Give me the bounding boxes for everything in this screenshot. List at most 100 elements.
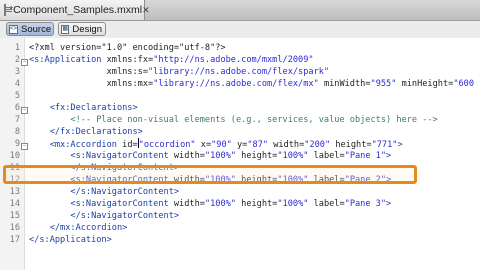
file-tab[interactable]: *Component_Samples.mxml ✕ [0, 0, 150, 20]
code-token: <s:NavigatorContent [29, 199, 174, 209]
source-mode-label: Source [21, 23, 52, 35]
code-token: <!-- Place non-visual elements (e.g., se… [29, 115, 438, 125]
code-line[interactable]: 3 xmlns:s="library://ns.adobe.com/flex/s… [0, 66, 480, 78]
line-number: 2 [14, 55, 20, 65]
code-line[interactable]: 10 <s:NavigatorContent width="100%" heig… [0, 150, 480, 162]
code-token: > [386, 151, 392, 161]
line-number: 6 [14, 103, 20, 113]
line-number: 8 [14, 127, 20, 137]
code-text: xmlns:s="library://ns.adobe.com/flex/spa… [29, 66, 330, 78]
code-text: <?xml version="1.0" encoding="utf-8"?> [29, 42, 226, 54]
line-number: 4 [14, 79, 20, 89]
line-number: 1 [14, 43, 20, 53]
code-text: <fx:Declarations> [29, 102, 138, 114]
design-icon: ▦ [61, 24, 70, 34]
design-mode-button[interactable]: ▦ Design [58, 22, 106, 36]
code-token: </s:NavigatorContent> [29, 187, 180, 197]
editor-mode-toolbar: <> Source ▦ Design [0, 21, 480, 39]
code-token: width= [268, 140, 305, 150]
code-token: label= [308, 199, 345, 209]
code-line[interactable]: 7 <!-- Place non-visual elements (e.g., … [0, 114, 480, 126]
code-text: xmlns:mx="library://ns.adobe.com/flex/mx… [29, 78, 474, 90]
line-number: 16 [9, 223, 20, 233]
code-token: height= [235, 151, 278, 161]
code-token: "100%" [204, 151, 236, 161]
code-token: height= [330, 140, 372, 150]
source-mode-button[interactable]: <> Source [6, 22, 54, 36]
code-token: width= [173, 151, 205, 161]
line-number: 14 [9, 199, 20, 209]
code-token: <s:NavigatorContent [29, 151, 174, 161]
code-text: <s:Application xmlns:fx="http://ns.adobe… [29, 54, 314, 66]
code-text: </s:Application> [29, 234, 112, 246]
code-token: "occordion" [138, 140, 196, 150]
line-number: 9 [14, 139, 20, 149]
editor-tab-bar: *Component_Samples.mxml ✕ [0, 0, 480, 21]
code-token: "100%" [204, 199, 236, 209]
code-line[interactable]: 2 <s:Application xmlns:fx="http://ns.adob… [0, 54, 480, 66]
code-token: </s:NavigatorContent> [29, 211, 180, 221]
code-token: "955" [370, 79, 397, 89]
code-token: "Pane 3" [344, 199, 387, 209]
line-number: 17 [9, 235, 20, 245]
code-text: <!-- Place non-visual elements (e.g., se… [29, 114, 438, 126]
code-token: </fx:Declarations> [29, 127, 143, 137]
code-token: "90" [211, 140, 232, 150]
line-number: 3 [14, 67, 20, 77]
code-line[interactable]: 17 </s:Application> [0, 234, 480, 246]
code-line[interactable]: 14 <s:NavigatorContent width="100%" heig… [0, 198, 480, 210]
code-token: "http://ns.adobe.com/mxml/2009" [153, 55, 314, 65]
code-line[interactable]: 6 <fx:Declarations> [0, 102, 480, 114]
code-token: xmlns:fx= [106, 55, 154, 65]
code-token: "87" [247, 140, 269, 150]
code-token: xmlns:mx= [29, 79, 154, 89]
code-token: "200" [304, 140, 331, 150]
code-text: </mx:Accordion> [29, 222, 128, 234]
line-number: 7 [14, 115, 20, 125]
file-tab-title: *Component_Samples.mxml [9, 4, 143, 16]
close-tab-icon[interactable]: ✕ [142, 5, 150, 16]
code-token: "library://ns.adobe.com/flex/mx" [153, 79, 319, 89]
code-token: x= [195, 140, 212, 150]
code-token: y= [231, 140, 248, 150]
code-token: "771" [371, 140, 398, 150]
line-number: 5 [14, 91, 20, 101]
line-number: 10 [9, 151, 20, 161]
code-token: minWidth= [318, 79, 371, 89]
code-text: <s:NavigatorContent width="100%" height=… [29, 198, 391, 210]
code-token: > [386, 199, 392, 209]
code-token: minHeight= [396, 79, 454, 89]
code-token: <s:Application [29, 55, 107, 65]
code-line[interactable]: 16 </mx:Accordion> [0, 222, 480, 234]
mxml-file-icon [4, 4, 12, 16]
code-token: width= [173, 199, 205, 209]
code-line[interactable]: 5 [0, 90, 480, 102]
code-line[interactable]: 4 xmlns:mx="library://ns.adobe.com/flex/… [0, 78, 480, 90]
code-line[interactable]: 13 </s:NavigatorContent> [0, 186, 480, 198]
code-token: "library://ns.adobe.com/flex/spark" [148, 67, 330, 77]
fold-toggle-icon[interactable]: − [21, 59, 28, 66]
code-line[interactable]: 9 <mx:Accordion id="occordion" x="90" y=… [0, 138, 480, 150]
code-editor[interactable]: 1 <?xml version="1.0" encoding="utf-8"?> 2… [0, 38, 480, 270]
code-token: <mx:Accordion [29, 140, 123, 150]
design-mode-label: Design [72, 23, 102, 35]
code-token: > [397, 140, 403, 150]
line-number: 13 [9, 187, 20, 197]
code-token: <fx:Declarations> [29, 103, 138, 113]
line-number: 15 [9, 211, 20, 221]
code-token: </s:Application> [29, 235, 112, 245]
code-token: "Pane 1" [344, 151, 387, 161]
code-text: </s:NavigatorContent> [29, 186, 179, 198]
code-token: </mx:Accordion> [29, 223, 128, 233]
code-line[interactable]: 1 <?xml version="1.0" encoding="utf-8"?> [0, 42, 480, 54]
code-line[interactable]: 8 </fx:Declarations> [0, 126, 480, 138]
code-token: xmlns:s= [29, 67, 148, 77]
code-token: label= [308, 151, 345, 161]
code-token: <?xml version="1.0" encoding="utf-8"?> [29, 43, 226, 53]
code-line[interactable]: 15 </s:NavigatorContent> [0, 210, 480, 222]
highlighted-line-callout [3, 165, 417, 184]
code-token: id= [122, 140, 138, 150]
code-text: <s:NavigatorContent width="100%" height=… [29, 150, 391, 162]
fold-toggle-icon[interactable]: − [21, 107, 28, 114]
fold-toggle-icon[interactable]: − [21, 143, 28, 150]
